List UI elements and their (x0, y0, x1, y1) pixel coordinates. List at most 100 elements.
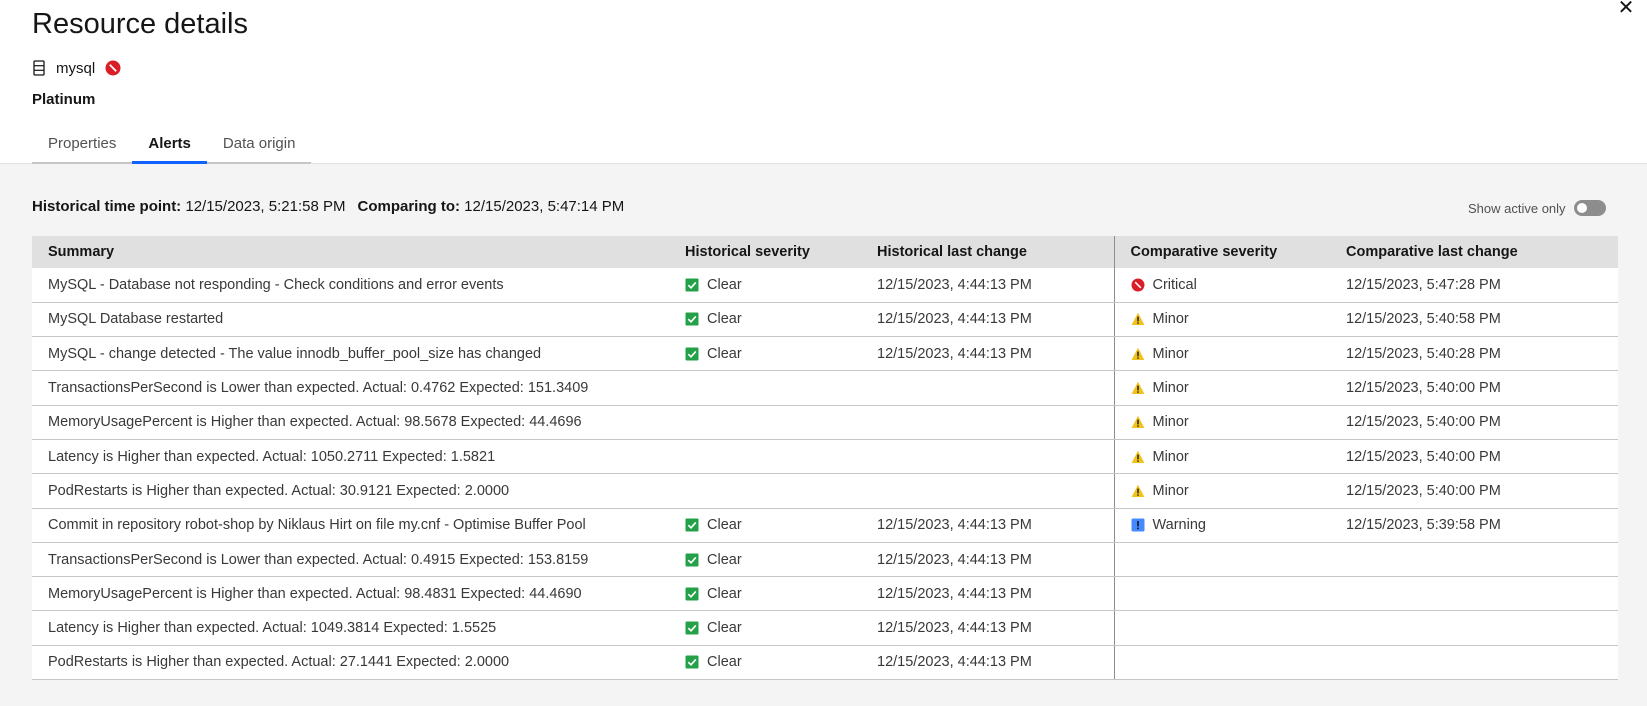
table-row[interactable]: PodRestarts is Higher than expected. Act… (32, 473, 1618, 509)
cell-comparative-severity: Minor (1113, 473, 1330, 509)
timepoints-bar: Historical time point: 12/15/2023, 5:21:… (32, 198, 624, 215)
severity-label: Minor (1152, 345, 1189, 362)
cell-historical-severity (669, 439, 861, 475)
cell-historical-last-change: 12/15/2023, 4:44:13 PM (861, 576, 1114, 612)
cell-historical-severity: Clear (669, 268, 861, 303)
cell-comparative-last-change: 12/15/2023, 5:40:00 PM (1330, 473, 1618, 509)
historical-label: Historical time point: (32, 198, 182, 215)
checkbox-check-icon (685, 312, 699, 326)
cell-comparative-last-change: 12/15/2023, 5:47:28 PM (1330, 268, 1618, 303)
severity-indicator: Minor (1131, 414, 1315, 430)
warning-triangle-icon (1131, 484, 1145, 498)
checkbox-check-icon (685, 621, 699, 635)
column-header-historical-severity[interactable]: Historical severity (669, 236, 861, 268)
info-square-icon (1131, 518, 1145, 532)
show-active-only-control: Show active only (1468, 200, 1606, 216)
severity-indicator: Clear (685, 586, 845, 602)
close-icon[interactable]: ✕ (1616, 0, 1636, 18)
alerts-table: Summary Historical severity Historical l… (32, 236, 1618, 681)
cell-historical-severity: Clear (669, 542, 861, 578)
checkbox-check-icon (685, 655, 699, 669)
column-header-comparative-last-change[interactable]: Comparative last change (1330, 236, 1618, 268)
cell-historical-last-change: 12/15/2023, 4:44:13 PM (861, 336, 1114, 372)
cell-comparative-last-change (1330, 610, 1618, 646)
show-active-only-toggle[interactable] (1573, 200, 1606, 216)
cell-comparative-severity: Critical (1113, 268, 1330, 303)
cell-summary: PodRestarts is Higher than expected. Act… (32, 645, 669, 681)
cell-summary: PodRestarts is Higher than expected. Act… (32, 473, 669, 509)
cell-summary: TransactionsPerSecond is Lower than expe… (32, 542, 669, 578)
tab-properties[interactable]: Properties (32, 130, 133, 164)
table-row[interactable]: TransactionsPerSecond is Lower than expe… (32, 370, 1618, 406)
table-row[interactable]: MySQL Database restarted Clear 12/15/2023,… (32, 302, 1618, 338)
severity-indicator: Minor (1131, 311, 1315, 327)
cell-comparative-last-change (1330, 542, 1618, 578)
cell-historical-severity (669, 405, 861, 440)
cell-comparative-severity: Minor (1113, 439, 1330, 475)
severity-indicator: Critical (1131, 277, 1315, 293)
column-header-historical-last-change[interactable]: Historical last change (861, 236, 1114, 268)
cell-comparative-last-change: 12/15/2023, 5:40:28 PM (1330, 336, 1618, 372)
tab-data-origin[interactable]: Data origin (206, 130, 312, 164)
resource-tier: Platinum (32, 91, 96, 108)
cell-historical-last-change (861, 370, 1114, 406)
checkbox-check-icon (685, 553, 699, 567)
table-row[interactable]: MemoryUsagePercent is Higher than expect… (32, 576, 1618, 612)
show-active-only-label: Show active only (1468, 200, 1566, 216)
table-row[interactable]: TransactionsPerSecond is Lower than expe… (32, 542, 1618, 578)
severity-label: Clear (707, 345, 742, 362)
cell-comparative-last-change: 12/15/2023, 5:40:00 PM (1330, 439, 1618, 475)
severity-indicator: Minor (1131, 380, 1315, 396)
cell-comparative-severity: Minor (1113, 405, 1330, 440)
cell-historical-severity: Clear (669, 645, 861, 681)
table-row[interactable]: PodRestarts is Higher than expected. Act… (32, 645, 1618, 681)
cell-historical-last-change: 12/15/2023, 4:44:13 PM (861, 302, 1114, 338)
table-header-row: Summary Historical severity Historical l… (32, 236, 1618, 268)
severity-indicator: Minor (1131, 483, 1315, 499)
cell-summary: TransactionsPerSecond is Lower than expe… (32, 370, 669, 406)
table-row[interactable]: Commit in repository robot-shop by Nikla… (32, 508, 1618, 543)
severity-label: Clear (707, 620, 742, 637)
cell-comparative-last-change: 12/15/2023, 5:40:58 PM (1330, 302, 1618, 338)
cell-historical-last-change: 12/15/2023, 4:44:13 PM (861, 645, 1114, 681)
cell-comparative-severity (1113, 576, 1330, 612)
table-row[interactable]: MemoryUsagePercent is Higher than expect… (32, 405, 1618, 440)
cell-summary: Latency is Higher than expected. Actual:… (32, 439, 669, 475)
warning-triangle-icon (1131, 381, 1145, 395)
resource-details-header: Resource details ✕ mysql Platinum Proper… (0, 0, 1647, 164)
cell-comparative-last-change (1330, 576, 1618, 612)
severity-indicator: Minor (1131, 346, 1315, 362)
cell-comparative-last-change: 12/15/2023, 5:40:00 PM (1330, 405, 1618, 440)
cell-summary: MemoryUsagePercent is Higher than expect… (32, 405, 669, 440)
cell-comparative-severity: Minor (1113, 302, 1330, 338)
table-row[interactable]: Latency is Higher than expected. Actual:… (32, 610, 1618, 646)
severity-label: Clear (707, 276, 742, 293)
table-row[interactable]: MySQL - change detected - The value inno… (32, 336, 1618, 372)
severity-indicator: Clear (685, 620, 845, 636)
tab-alerts[interactable]: Alerts (132, 130, 207, 164)
severity-label: Minor (1152, 380, 1189, 397)
severity-indicator: Warning (1131, 517, 1315, 533)
historical-time-point: Historical time point: 12/15/2023, 5:21:… (32, 198, 345, 215)
cell-comparative-last-change: 12/15/2023, 5:39:58 PM (1330, 508, 1618, 543)
comparing-label: Comparing to: (357, 198, 460, 215)
severity-indicator: Clear (685, 311, 845, 327)
severity-label: Clear (707, 585, 742, 602)
severity-indicator: Clear (685, 346, 845, 362)
critical-icon (1131, 278, 1145, 292)
warning-triangle-icon (1131, 450, 1145, 464)
cell-historical-severity (669, 370, 861, 406)
table-row[interactable]: Latency is Higher than expected. Actual:… (32, 439, 1618, 475)
table-row[interactable]: MySQL - Database not responding - Check … (32, 268, 1618, 303)
cell-historical-last-change: 12/15/2023, 4:44:13 PM (861, 610, 1114, 646)
database-icon (32, 60, 46, 76)
checkbox-check-icon (685, 518, 699, 532)
cell-historical-severity: Clear (669, 508, 861, 543)
column-header-comparative-severity[interactable]: Comparative severity (1113, 236, 1330, 268)
severity-label: Minor (1152, 311, 1189, 328)
tab-list: Properties Alerts Data origin (32, 130, 312, 164)
severity-label: Warning (1152, 517, 1206, 534)
cell-comparative-last-change: 12/15/2023, 5:40:00 PM (1330, 370, 1618, 406)
cell-historical-last-change: 12/15/2023, 4:44:13 PM (861, 508, 1114, 543)
column-header-summary[interactable]: Summary (32, 236, 669, 268)
